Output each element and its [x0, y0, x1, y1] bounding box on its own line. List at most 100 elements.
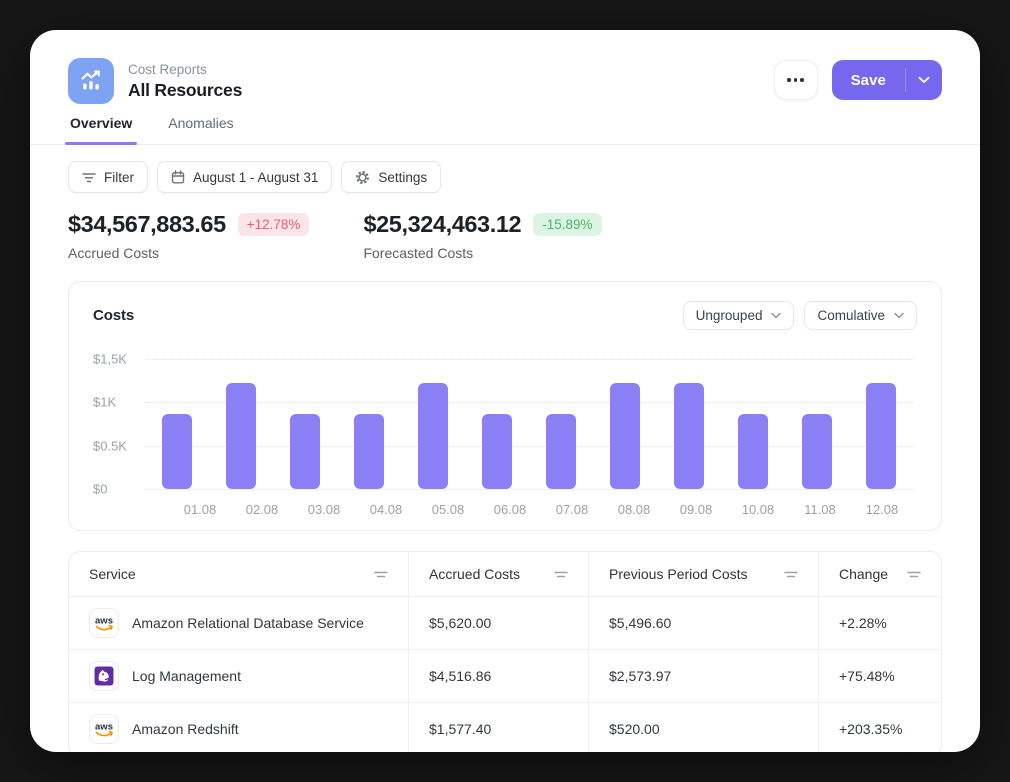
- calendar-icon: [171, 170, 185, 184]
- filter-icon: [82, 171, 96, 184]
- bar-cell: [273, 359, 337, 489]
- chart-bar-06.08[interactable]: [482, 414, 512, 489]
- x-axis-labels: 01.0802.0803.0804.0805.0806.0807.0808.08…: [169, 502, 913, 517]
- x-tick-label: 02.08: [231, 502, 293, 517]
- bar-cell: [401, 359, 465, 489]
- more-options-button[interactable]: [774, 60, 818, 100]
- chevron-down-icon: [771, 312, 781, 319]
- mode-select-value: Comulative: [817, 308, 885, 323]
- date-range-label: August 1 - August 31: [193, 170, 318, 185]
- mode-select[interactable]: Comulative: [804, 301, 917, 330]
- chart-bar-08.08[interactable]: [610, 383, 640, 489]
- bar-cell: [529, 359, 593, 489]
- accrued-cost-cell: $1,577.40: [409, 703, 589, 752]
- previous-cost-cell: $520.00: [589, 703, 819, 752]
- bars-row: [145, 359, 913, 489]
- datadog-icon: [89, 661, 119, 691]
- bar-chart-plot: $1,5K$1K$0.5K$0: [93, 359, 917, 489]
- bar-cell: [593, 359, 657, 489]
- page-title: All Resources: [128, 80, 242, 101]
- sort-icon: [374, 569, 388, 580]
- sort-icon: [907, 569, 921, 580]
- accrued-costs-label: Accrued Costs: [68, 245, 309, 261]
- aws-icon: aws: [89, 608, 119, 638]
- column-header-accrued-costs[interactable]: Accrued Costs: [409, 552, 589, 597]
- sort-icon: [554, 569, 568, 580]
- save-button[interactable]: Save: [832, 60, 905, 100]
- x-tick-label: 09.08: [665, 502, 727, 517]
- chart-bar-05.08[interactable]: [418, 383, 448, 489]
- accrued-costs-change-badge: +12.78%: [238, 213, 310, 236]
- group-select-value: Ungrouped: [696, 308, 763, 323]
- bar-cell: [145, 359, 209, 489]
- chart-bar-03.08[interactable]: [290, 414, 320, 489]
- x-tick-label: 05.08: [417, 502, 479, 517]
- chart-icon: [78, 68, 104, 94]
- save-dropdown-button[interactable]: [906, 60, 942, 100]
- service-name: Amazon Redshift: [132, 721, 239, 737]
- change-cell: +75.48%: [819, 650, 941, 703]
- change-cell: +203.35%: [819, 703, 941, 752]
- change-cell: +2.28%: [819, 597, 941, 650]
- y-tick-label: $1,5K: [93, 352, 127, 367]
- forecasted-costs-label: Forecasted Costs: [363, 245, 601, 261]
- bar-cell: [849, 359, 913, 489]
- x-tick-label: 10.08: [727, 502, 789, 517]
- table-row-service[interactable]: Log Management: [69, 650, 409, 703]
- gridline: [145, 489, 913, 490]
- more-options-icon: [787, 78, 791, 82]
- forecasted-costs-value: $25,324,463.12: [363, 211, 521, 238]
- service-name: Amazon Relational Database Service: [132, 615, 364, 631]
- settings-button[interactable]: Settings: [341, 161, 441, 193]
- chart-bar-11.08[interactable]: [802, 414, 832, 489]
- x-tick-label: 12.08: [851, 502, 913, 517]
- chart-bar-01.08[interactable]: [162, 414, 192, 489]
- bar-cell: [785, 359, 849, 489]
- column-header-previous-period-costs[interactable]: Previous Period Costs: [589, 552, 819, 597]
- column-header-service[interactable]: Service: [69, 552, 409, 597]
- metric-forecasted-costs: $25,324,463.12 -15.89% Forecasted Costs: [363, 211, 601, 261]
- chart-bar-09.08[interactable]: [674, 383, 704, 489]
- column-header-change[interactable]: Change: [819, 552, 941, 597]
- chart-title: Costs: [93, 307, 134, 324]
- svg-text:aws: aws: [95, 722, 113, 733]
- save-split-button: Save: [832, 60, 942, 100]
- chart-bar-02.08[interactable]: [226, 383, 256, 489]
- x-tick-label: 03.08: [293, 502, 355, 517]
- bar-cell: [721, 359, 785, 489]
- metric-accrued-costs: $34,567,883.65 +12.78% Accrued Costs: [68, 211, 309, 261]
- x-tick-label: 07.08: [541, 502, 603, 517]
- date-range-button[interactable]: August 1 - August 31: [157, 161, 332, 193]
- chart-bar-10.08[interactable]: [738, 414, 768, 489]
- previous-cost-cell: $2,573.97: [589, 650, 819, 703]
- header: Cost Reports All Resources Save: [30, 30, 980, 104]
- metrics-row: $34,567,883.65 +12.78% Accrued Costs $25…: [30, 193, 980, 261]
- costs-chart-card: Costs Ungrouped Comulative $1,5K$1K$0.5K…: [68, 281, 942, 531]
- chart-bar-07.08[interactable]: [546, 414, 576, 489]
- tab-bar: Overview Anomalies: [30, 113, 980, 145]
- table-row-service[interactable]: aws Amazon Redshift: [69, 703, 409, 752]
- filter-button[interactable]: Filter: [68, 161, 148, 193]
- tab-anomalies[interactable]: Anomalies: [166, 113, 235, 144]
- y-tick-label: $0: [93, 482, 107, 497]
- aws-icon: aws: [89, 714, 119, 744]
- toolbar: Filter August 1 - August 31 Settings: [30, 145, 980, 193]
- accrued-cost-cell: $4,516.86: [409, 650, 589, 703]
- x-tick-label: 11.08: [789, 502, 851, 517]
- x-tick-label: 08.08: [603, 502, 665, 517]
- chevron-down-icon: [894, 312, 904, 319]
- chart-bar-12.08[interactable]: [866, 383, 896, 489]
- tab-overview[interactable]: Overview: [68, 113, 134, 144]
- bar-cell: [657, 359, 721, 489]
- chevron-down-icon: [918, 76, 930, 84]
- service-name: Log Management: [132, 668, 241, 684]
- settings-label: Settings: [378, 170, 427, 185]
- cost-reports-app-icon: [68, 58, 114, 104]
- x-tick-label: 06.08: [479, 502, 541, 517]
- bar-cell: [465, 359, 529, 489]
- group-select[interactable]: Ungrouped: [683, 301, 795, 330]
- table-row-service[interactable]: aws Amazon Relational Database Service: [69, 597, 409, 650]
- chart-bar-04.08[interactable]: [354, 414, 384, 489]
- bar-cell: [337, 359, 401, 489]
- previous-cost-cell: $5,496.60: [589, 597, 819, 650]
